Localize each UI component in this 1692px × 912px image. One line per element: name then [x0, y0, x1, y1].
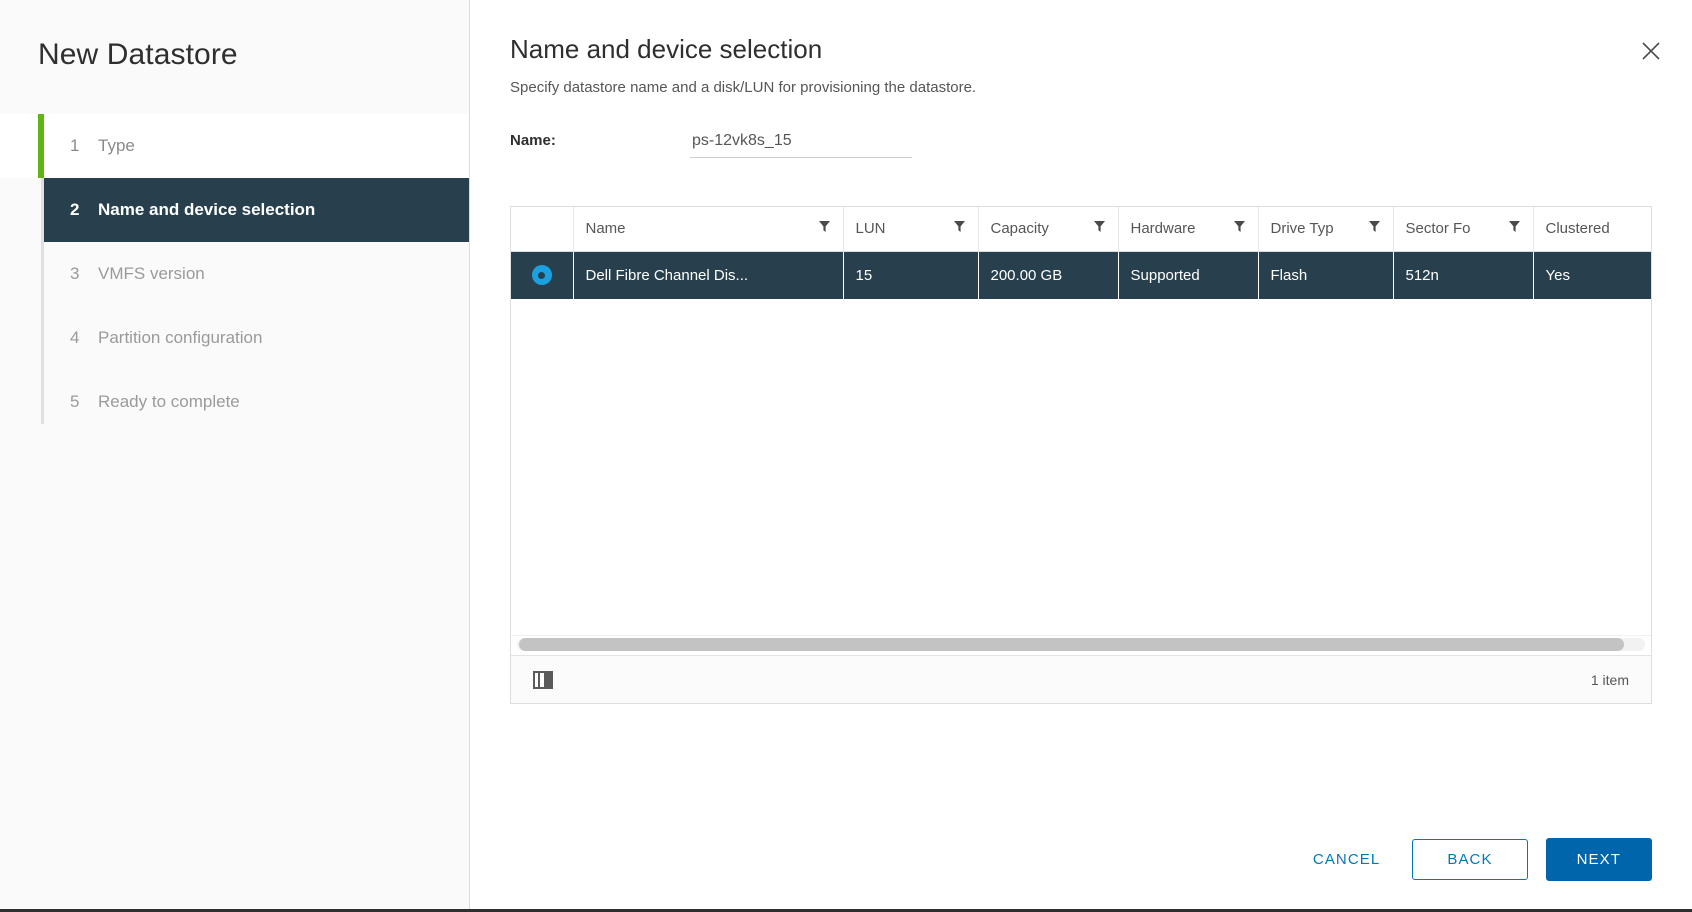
wizard-steps: 1 Type 2 Name and device selection 3 VMF… [0, 114, 469, 434]
device-table: Name LUN Capacity Hardware Drive Typ Sec… [510, 206, 1652, 704]
column-label: Hardware [1130, 220, 1196, 238]
column-header-sector-format[interactable]: Sector Fo [1393, 207, 1534, 252]
wizard-step-name-and-device-selection[interactable]: 2 Name and device selection [44, 178, 469, 242]
column-header-capacity[interactable]: Capacity [978, 207, 1119, 252]
page-subtitle: Specify datastore name and a disk/LUN fo… [510, 79, 977, 96]
filter-icon[interactable] [1093, 220, 1106, 237]
cell-clustered: Yes [1533, 251, 1651, 299]
step-label: Name and device selection [98, 200, 316, 219]
scrollbar-track[interactable] [517, 638, 1645, 651]
next-button[interactable]: NEXT [1545, 838, 1652, 881]
row-select-radio[interactable] [531, 265, 552, 286]
horizontal-scrollbar[interactable] [511, 635, 1651, 655]
column-label: Sector Fo [1405, 220, 1471, 238]
filter-icon[interactable] [1508, 220, 1521, 237]
columns-icon[interactable] [533, 670, 553, 689]
cell-sector-format: 512n [1393, 251, 1534, 299]
wizard-sidebar: New Datastore 1 Type 2 Name and device s… [0, 0, 470, 909]
wizard-step-vmfs-version[interactable]: 3 VMFS version [0, 242, 469, 306]
filter-icon[interactable] [1233, 220, 1246, 237]
cell-drive-type: Flash [1258, 251, 1394, 299]
cell-hardware: Supported [1118, 251, 1259, 299]
column-header-clustered[interactable]: Clustered [1533, 207, 1651, 252]
back-button[interactable]: BACK [1412, 839, 1528, 880]
wizard-main-panel: Name and device selection Specify datast… [470, 0, 1692, 909]
table-row[interactable]: Dell Fibre Channel Dis... 15 200.00 GB S… [511, 251, 1651, 299]
column-header-lun[interactable]: LUN [843, 207, 979, 252]
filter-icon[interactable] [953, 220, 966, 237]
column-label: Drive Typ [1270, 220, 1334, 238]
filter-icon[interactable] [818, 220, 831, 237]
step-label: VMFS version [98, 264, 205, 283]
column-label: Clustered [1545, 220, 1610, 238]
step-label: Partition configuration [98, 328, 263, 347]
row-radio-cell[interactable] [511, 251, 574, 299]
table-header-row: Name LUN Capacity Hardware Drive Typ Sec… [511, 207, 1651, 252]
step-label: Ready to complete [98, 392, 240, 411]
column-header-drive-type[interactable]: Drive Typ [1258, 207, 1394, 252]
column-header-hardware[interactable]: Hardware [1118, 207, 1259, 252]
table-footer: 1 item [511, 655, 1651, 703]
wizard-title: New Datastore [38, 38, 238, 71]
device-table-scroll-area: Name LUN Capacity Hardware Drive Typ Sec… [511, 207, 1651, 635]
scrollbar-thumb[interactable] [519, 638, 1625, 651]
column-label: LUN [855, 220, 886, 238]
wizard-step-type[interactable]: 1 Type [0, 114, 469, 178]
item-count: 1 item [1590, 671, 1629, 688]
step-number: 3 [70, 264, 80, 283]
wizard-step-partition-configuration[interactable]: 4 Partition configuration [0, 306, 469, 370]
step-number: 5 [70, 392, 80, 411]
name-label: Name: [510, 132, 556, 149]
new-datastore-dialog: New Datastore 1 Type 2 Name and device s… [0, 0, 1692, 912]
cancel-button[interactable]: CANCEL [1299, 841, 1394, 878]
column-header-name[interactable]: Name [573, 207, 844, 252]
step-number: 2 [70, 200, 80, 219]
step-number: 4 [70, 328, 80, 347]
name-field-row: Name: [510, 130, 1652, 158]
cell-capacity: 200.00 GB [978, 251, 1119, 299]
column-label: Name [585, 220, 626, 238]
dialog-footer: CANCEL BACK NEXT [1299, 838, 1652, 881]
column-label: Capacity [990, 220, 1049, 238]
close-icon[interactable] [1634, 34, 1668, 68]
datastore-name-input[interactable] [690, 130, 912, 158]
column-header-select [511, 207, 574, 252]
step-label: Type [98, 136, 135, 155]
page-title: Name and device selection [510, 34, 823, 64]
cell-name: Dell Fibre Channel Dis... [573, 251, 844, 299]
wizard-step-ready-to-complete[interactable]: 5 Ready to complete [0, 370, 469, 434]
step-number: 1 [70, 136, 80, 155]
cell-lun: 15 [843, 251, 979, 299]
filter-icon[interactable] [1368, 220, 1381, 237]
